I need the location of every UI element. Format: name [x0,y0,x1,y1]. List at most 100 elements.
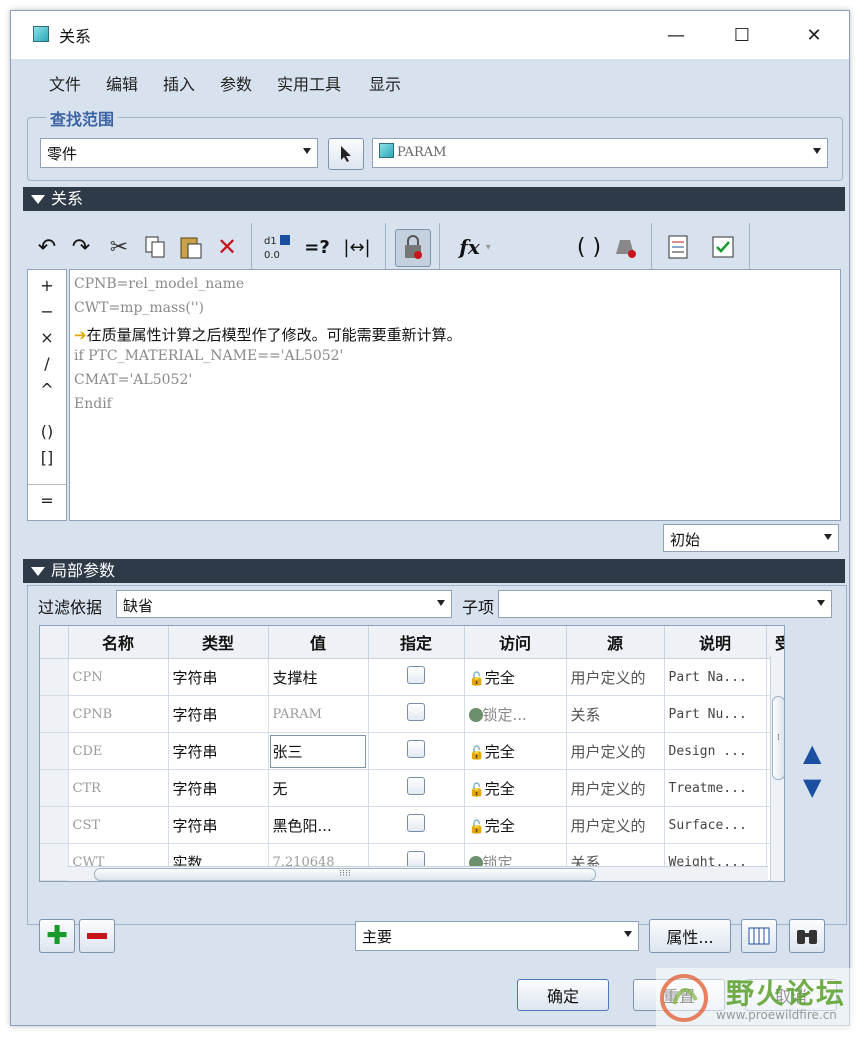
row-selector[interactable] [40,806,69,844]
column-header[interactable]: 名称 [68,626,169,659]
child-select[interactable] [498,590,832,618]
param-description[interactable]: Surface... [664,806,767,844]
table-row[interactable]: CPNB 字符串 PARAM 锁定... 关系 Part Nu... [40,695,784,733]
param-type[interactable]: 字符串 [168,806,269,844]
param-description[interactable]: Design ... [664,732,767,770]
multiply-operator-button[interactable]: × [28,328,66,347]
designate-checkbox[interactable] [407,814,425,832]
access-cell[interactable]: 🔓完全 [464,732,567,770]
parentheses-icon[interactable]: ( ) [573,229,605,265]
unit-check-icon[interactable] [609,229,641,265]
access-cell[interactable]: 🔓完全 [464,658,567,696]
properties-button[interactable]: 属性... [649,919,731,953]
verify-icon[interactable] [663,229,695,265]
move-up-button[interactable]: ▲ [803,739,821,767]
param-value[interactable]: 黑色阳... [268,806,369,844]
horizontal-scroll-thumb[interactable]: ⁝⁝⁝⁝ [94,868,596,881]
table-row[interactable]: CTR 字符串 无 🔓完全 用户定义的 Treatme... [40,769,784,807]
column-header[interactable]: 访问 [464,626,567,659]
find-button[interactable] [789,919,825,953]
menu-file[interactable]: 文件 [49,71,81,95]
column-header[interactable]: 源 [566,626,665,659]
select-model-button[interactable] [328,138,364,170]
table-row[interactable]: CST 字符串 黑色阳... 🔓完全 用户定义的 Surface... [40,806,784,844]
redo-icon[interactable]: ↷ [65,229,97,265]
delete-icon[interactable]: ✕ [211,229,243,265]
brackets-operator-button[interactable]: [] [28,448,66,467]
menu-edit[interactable]: 编辑 [106,71,138,95]
param-value[interactable]: 张三 [268,732,369,770]
function-icon[interactable]: fx ▾ [447,229,503,265]
relations-editor[interactable]: CPNB=rel_model_name CWT=mp_mass('') ➔在质量… [69,269,841,521]
param-name: CST [68,806,169,844]
remove-parameter-button[interactable] [79,919,115,953]
vertical-scroll-thumb[interactable]: ⁞ [772,696,784,780]
model-select[interactable]: PARAM [372,138,828,168]
cut-icon[interactable]: ✂ [103,229,135,265]
designate-checkbox[interactable] [407,666,425,684]
filter-select[interactable]: 缺省 [116,590,452,618]
move-down-button[interactable]: ▼ [803,773,821,801]
local-params-section-header[interactable]: 局部参数 [23,559,845,583]
param-type[interactable]: 字符串 [168,695,269,733]
sort-relations-icon[interactable]: d1 0.0 [261,229,293,265]
relations-section-header[interactable]: 关系 [23,187,845,211]
designate-checkbox[interactable] [407,777,425,795]
scope-select[interactable]: 零件 [40,138,318,168]
ok-button[interactable]: 确定 [517,979,609,1011]
table-row[interactable]: CDE 字符串 张三 🔓完全 用户定义的 Design ... [40,732,784,770]
row-selector[interactable] [40,695,69,733]
minus-operator-button[interactable]: − [28,302,66,321]
vertical-scrollbar[interactable]: ⁞ [770,656,784,881]
add-parameter-button[interactable]: ✚ [39,919,75,953]
equals-operator-button[interactable]: = [28,484,66,510]
menu-insert[interactable]: 插入 [163,71,195,95]
row-selector[interactable] [40,658,69,696]
access-cell[interactable]: 锁定... [464,695,567,733]
param-value[interactable]: 无 [268,769,369,807]
param-description[interactable]: Treatme... [664,769,767,807]
paste-icon[interactable] [175,229,207,265]
column-header[interactable]: 说明 [664,626,767,659]
undo-icon[interactable]: ↶ [31,229,63,265]
minimize-button[interactable]: — [653,19,699,51]
table-columns-button[interactable] [741,919,777,953]
row-selector[interactable] [40,732,69,770]
access-cell[interactable]: 🔓完全 [464,806,567,844]
column-header[interactable]: 受 [766,626,784,659]
horizontal-scrollbar[interactable]: ⁝⁝⁝⁝ [68,866,768,881]
row-selector[interactable] [40,769,69,807]
param-value[interactable]: 支撑柱 [268,658,369,696]
column-header[interactable]: 值 [268,626,369,659]
parameters-table: 名称 类型 值 指定 访问 源 说明 受 CPN 字符串 支撑柱 🔓完全 用户定… [39,625,785,882]
copy-icon[interactable] [139,229,171,265]
menu-utilities[interactable]: 实用工具 [277,71,341,95]
access-cell[interactable]: 🔓完全 [464,769,567,807]
param-description[interactable]: Part Nu... [664,695,767,733]
init-select[interactable]: 初始 [663,524,839,552]
param-source: 用户定义的 [566,769,665,807]
column-header[interactable]: 类型 [168,626,269,659]
lock-icon[interactable] [395,229,431,267]
param-type[interactable]: 字符串 [168,769,269,807]
power-operator-button[interactable]: ^ [28,380,66,399]
param-type[interactable]: 字符串 [168,732,269,770]
parentheses-operator-button[interactable]: () [28,422,66,441]
param-description[interactable]: Part Na... [664,658,767,696]
plus-operator-button[interactable]: + [28,276,66,295]
menu-parameters[interactable]: 参数 [220,71,252,95]
divide-operator-button[interactable]: / [28,354,66,373]
designate-checkbox[interactable] [407,740,425,758]
maximize-button[interactable]: ☐ [719,19,765,51]
main-select[interactable]: 主要 [355,921,639,951]
designate-checkbox[interactable] [407,703,425,721]
menu-display[interactable]: 显示 [369,71,401,95]
close-button[interactable]: ✕ [791,19,837,51]
row-selector[interactable] [40,843,69,881]
checklist-icon[interactable] [707,229,739,265]
param-type[interactable]: 字符串 [168,658,269,696]
column-header[interactable]: 指定 [368,626,465,659]
evaluate-icon[interactable]: =? [301,229,333,265]
table-row[interactable]: CPN 字符串 支撑柱 🔓完全 用户定义的 Part Na... [40,658,784,696]
dimension-display-icon[interactable]: |↔| [341,229,373,265]
